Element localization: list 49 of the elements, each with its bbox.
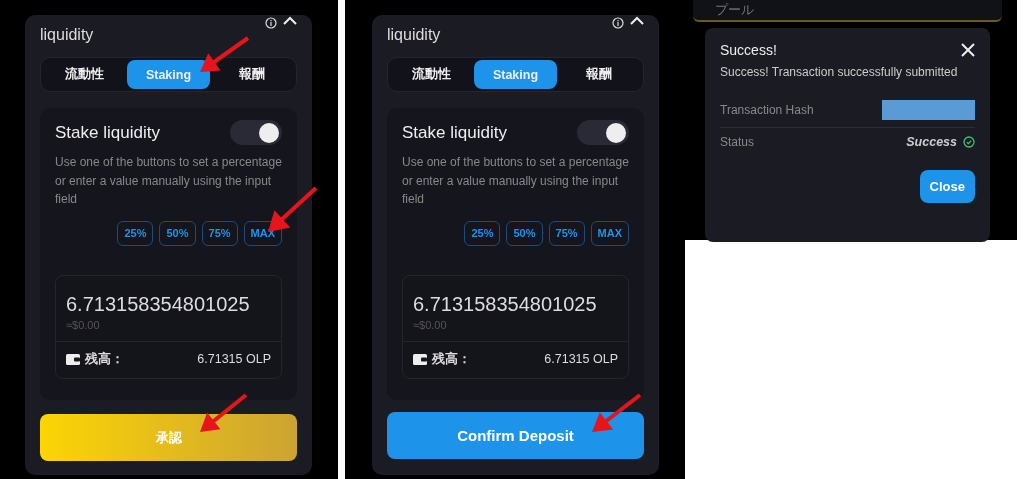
balance-value: 6.71315 OLP — [544, 352, 618, 366]
close-button[interactable]: Close — [919, 170, 975, 203]
row-label: Transaction Hash — [720, 103, 814, 117]
modal-title: liquidity — [40, 24, 95, 44]
balance-label: 残高： — [432, 350, 472, 368]
check-circle-icon — [963, 136, 975, 148]
amount-value: 6.713158354801025 — [65, 291, 251, 316]
usd-value: ≈$0.00 — [65, 317, 101, 333]
section-title: Stake liquidity — [55, 122, 160, 143]
action-button[interactable]: Confirm Deposit — [387, 412, 644, 459]
dialog-title: Success! — [720, 42, 777, 58]
balance-value: 6.71315 OLP — [197, 352, 271, 366]
card-label: プール — [715, 2, 754, 17]
section-title: Stake liquidity — [402, 122, 507, 143]
amount-value: 6.713158354801025 — [412, 291, 598, 316]
annotation-arrow — [200, 393, 248, 432]
row-label: Status — [720, 135, 755, 149]
percent-button[interactable]: MAX — [590, 220, 629, 246]
balance-label: 残高： — [85, 350, 125, 368]
percent-button[interactable]: 50% — [159, 220, 196, 246]
dialog-message: Success! Transaction successfully submitted — [720, 64, 959, 81]
description-text: Use one of the buttons to set a percentage or enter a value manually using the input field — [55, 154, 282, 208]
tab[interactable]: 報酬 — [210, 60, 294, 89]
collapse-icon[interactable] — [630, 16, 644, 25]
toggle-switch[interactable] — [577, 120, 629, 145]
wallet-icon — [66, 353, 80, 365]
info-icon[interactable] — [612, 16, 624, 29]
percent-button[interactable]: 25% — [464, 220, 501, 246]
tab[interactable]: Staking — [473, 60, 558, 89]
annotation-arrow — [592, 393, 642, 432]
tab[interactable]: 流動性 — [390, 60, 474, 89]
info-icon[interactable] — [265, 16, 277, 29]
percent-button[interactable]: 50% — [506, 220, 543, 246]
usd-value: ≈$0.00 — [412, 317, 448, 333]
percent-button[interactable]: 25% — [117, 220, 154, 246]
percent-button[interactable]: 75% — [201, 220, 238, 246]
toggle-switch[interactable] — [230, 120, 282, 145]
description-text: Use one of the buttons to set a percentage or enter a value manually using the input field — [402, 154, 629, 208]
modal-title: liquidity — [387, 24, 442, 44]
collapse-icon[interactable] — [283, 16, 297, 25]
wallet-icon — [413, 353, 427, 365]
amount-input[interactable]: 6.713158354801025 ≈$0.00 残高： 6.71315 OLP — [55, 274, 282, 379]
percent-button[interactable]: 75% — [548, 220, 585, 246]
amount-input[interactable]: 6.713158354801025 ≈$0.00 残高： 6.71315 OLP — [402, 274, 629, 379]
status-value: Success — [906, 135, 957, 149]
tab[interactable]: Staking — [126, 60, 211, 89]
tab[interactable]: 流動性 — [43, 60, 127, 89]
close-icon[interactable] — [961, 43, 975, 57]
tab[interactable]: 報酬 — [557, 60, 641, 89]
